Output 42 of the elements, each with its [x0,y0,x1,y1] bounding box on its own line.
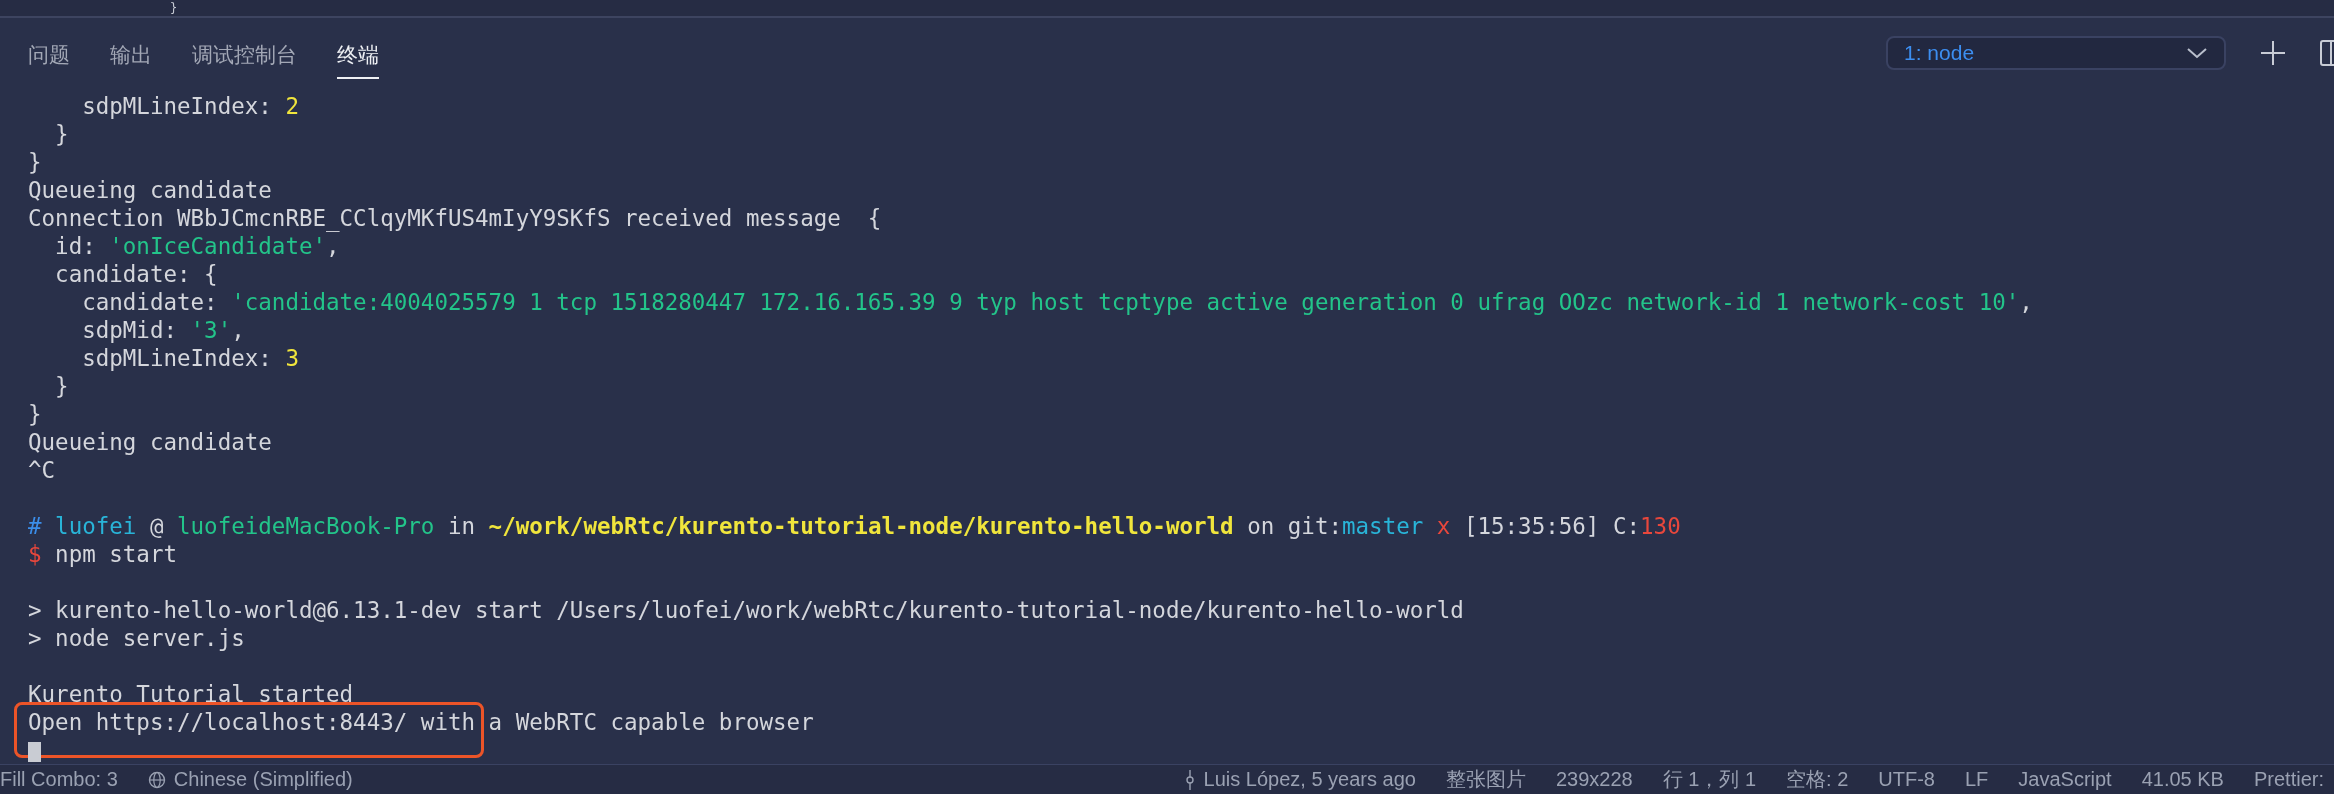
terminal-line: } [54,121,69,148]
panel-tab[interactable]: 问题 [28,31,70,80]
git-commit-icon [1183,769,1196,790]
globe-icon [147,770,166,789]
panel-tab[interactable]: 调试控制台 [192,31,297,80]
terminal-line: # luofei @ luofeideMacBook-Pro in ~/work/webRtc/kurento-tutorial-node/kurento-hello-world on git:master x [15:35:56] C:130 [28,513,1681,540]
status-item[interactable]: 空格: 2 [1786,766,1849,794]
terminal-line: Kurento Tutorial started [28,681,354,708]
terminal-line: id: 'onIceCandidate', [54,233,340,260]
status-item[interactable]: 41.05 KB [2141,768,2224,792]
panel-tab[interactable]: 终端 [337,31,379,80]
terminal-line: candidate: { [54,261,218,288]
terminal-line: candidate: 'candidate:4004025579 1 tcp 1518280447 172.16.165.39 9 typ host tcptype active generation 0 ufrag OOzc network-id 1 network-cost 10', [81,289,2033,316]
code-text: } [170,0,178,16]
terminal-select[interactable]: 1: node [1886,36,2226,71]
terminal-line: ^C [28,457,56,484]
terminal-line: sdpMLineIndex: 3 [81,345,299,372]
plus-icon[interactable] [2260,40,2286,67]
terminal-line: $ npm start [28,541,177,568]
terminal-line: } [28,401,42,428]
status-item[interactable]: LF [1964,768,1989,792]
status-item[interactable]: UTF-8 [1878,768,1935,792]
panel-tab[interactable]: 输出 [110,31,152,80]
status-item[interactable]: 239x228 [1555,768,1633,792]
status-item[interactable]: Chinese (Simplified) [173,768,353,792]
terminal-line: Connection WBbJCmcnRBE_CClqyMKfUS4mIyY9SKfS received message { [28,205,882,232]
status-item[interactable]: Luis López, 5 years ago [1203,768,1416,792]
terminal-line: sdpMLineIndex: 2 [81,93,299,120]
terminal-line: Open https://localhost:8443/ with a WebRTC capable browser [28,709,814,736]
terminal-line: } [54,373,69,400]
status-item[interactable]: 整张图片 [1445,766,1526,794]
terminal-line: > node server.js [28,625,245,652]
status-item[interactable]: 行 1，列 1 [1662,766,1757,794]
chevron-down-icon [2186,46,2208,61]
status-item[interactable]: Fill Combo: 3 [0,768,118,792]
terminal-line: Queueing candidate [28,429,272,456]
terminal-line: sdpMid: '3', [81,317,245,344]
terminal-line: Queueing candidate [28,177,272,204]
terminal-line: > kurento-hello-world@6.13.1-dev start /Users/luofei/work/webRtc/kurento-tutorial-node/kurento-hello-world [28,597,1464,624]
status-item[interactable]: JavaScript [2018,768,2112,792]
status-item[interactable]: Prettier: [2253,768,2324,792]
terminal-line: } [28,149,42,176]
